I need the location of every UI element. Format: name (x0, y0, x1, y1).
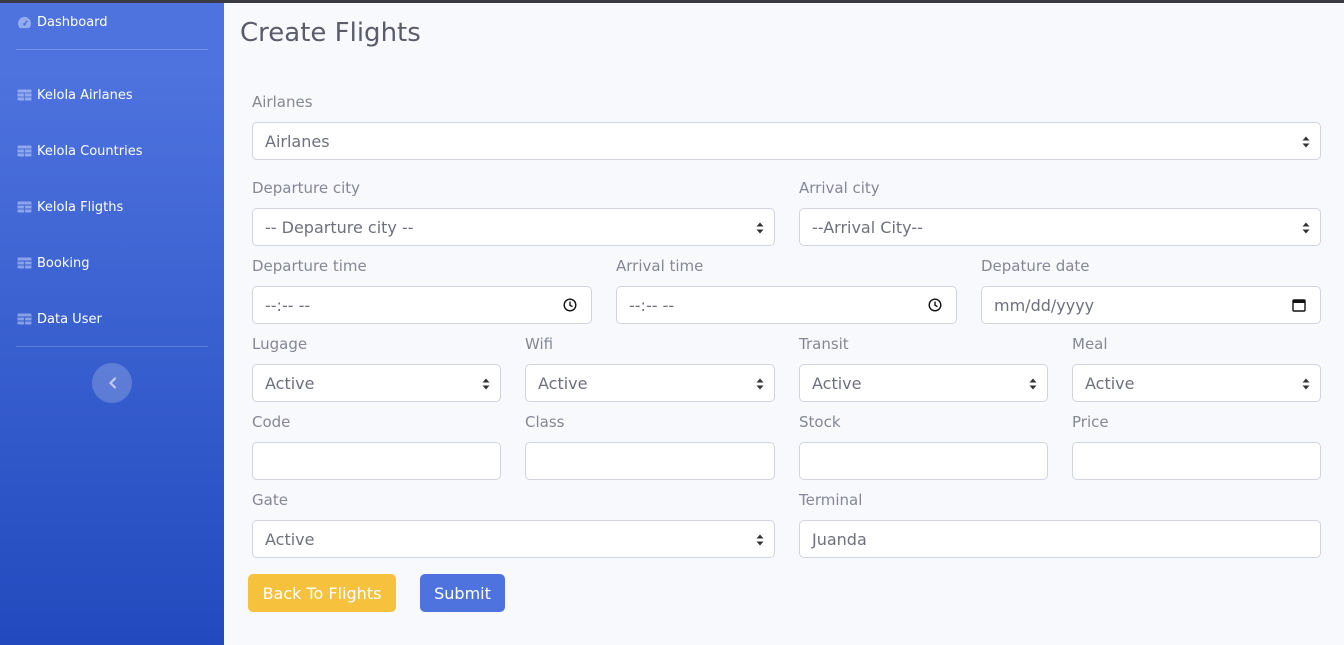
select-arrows-icon (1302, 222, 1310, 234)
wifi-select[interactable]: Active (525, 364, 775, 402)
airlanes-select[interactable]: Airlanes (252, 122, 1321, 160)
terminal-label: Terminal (799, 491, 863, 509)
wifi-value: Active (538, 373, 588, 393)
class-label: Class (525, 413, 565, 431)
meal-value: Active (1085, 373, 1135, 393)
gate-label: Gate (252, 491, 288, 509)
sidebar-item-label: Booking (37, 255, 90, 271)
departure-date-value: mm/dd/yyyy (994, 295, 1095, 315)
sidebar-item-kelola-countries[interactable]: Kelola Countries (17, 141, 143, 161)
stock-input[interactable] (799, 442, 1048, 480)
select-arrows-icon (1029, 378, 1037, 390)
sidebar-divider (16, 49, 208, 50)
submit-button[interactable]: Submit (420, 574, 505, 612)
sidebar-toggle-button[interactable] (92, 363, 132, 403)
clock-icon (928, 298, 942, 312)
stock-label: Stock (799, 413, 841, 431)
transit-label: Transit (799, 335, 849, 353)
sidebar: Dashboard Kelola Airlanes Kelola Countri… (0, 3, 224, 645)
clock-icon (563, 298, 577, 312)
gate-value: Active (265, 529, 315, 549)
gate-select[interactable]: Active (252, 520, 775, 558)
arrival-time-input[interactable]: --:-- -- (616, 286, 957, 324)
sidebar-item-data-user[interactable]: Data User (17, 309, 102, 329)
transit-value: Active (812, 373, 862, 393)
airlanes-value: Airlanes (265, 131, 330, 151)
code-label: Code (252, 413, 291, 431)
departure-city-select[interactable]: -- Departure city -- (252, 208, 775, 246)
terminal-input[interactable]: Juanda (799, 520, 1321, 558)
sidebar-item-label: Kelola Fligths (37, 199, 124, 215)
table-icon (17, 201, 32, 213)
select-arrows-icon (482, 378, 490, 390)
sidebar-item-dashboard[interactable]: Dashboard (17, 12, 108, 32)
lugage-label: Lugage (252, 335, 308, 353)
sidebar-item-kelola-fligths[interactable]: Kelola Fligths (17, 197, 123, 217)
select-arrows-icon (756, 378, 764, 390)
transit-select[interactable]: Active (799, 364, 1048, 402)
sidebar-item-label: Data User (37, 311, 102, 327)
table-icon (17, 257, 32, 269)
table-icon (17, 145, 32, 157)
back-to-flights-button[interactable]: Back To Flights (248, 574, 396, 612)
sidebar-item-kelola-airlanes[interactable]: Kelola Airlanes (17, 85, 133, 105)
sidebar-item-label: Dashboard (37, 14, 108, 30)
departure-time-input[interactable]: --:-- -- (252, 286, 592, 324)
lugage-value: Active (265, 373, 315, 393)
select-arrows-icon (1302, 136, 1310, 148)
departure-city-value: -- Departure city -- (265, 217, 414, 237)
page-title: Create Flights (240, 18, 421, 48)
select-arrows-icon (1302, 378, 1310, 390)
sidebar-item-label: Kelola Airlanes (37, 87, 133, 103)
airlanes-label: Airlanes (252, 93, 313, 111)
meal-label: Meal (1072, 335, 1108, 353)
main-content: Create Flights Airlanes Airlanes Departu… (224, 3, 1344, 645)
sidebar-divider (16, 346, 208, 347)
calendar-icon (1292, 299, 1306, 312)
class-input[interactable] (525, 442, 775, 480)
tachometer-icon (18, 16, 31, 28)
arrival-city-label: Arrival city (799, 179, 880, 197)
chevron-left-icon (108, 377, 116, 389)
table-icon (17, 89, 32, 101)
terminal-placeholder: Juanda (812, 529, 867, 549)
arrival-city-value: --Arrival City-- (812, 217, 923, 237)
arrival-time-label: Arrival time (616, 257, 704, 275)
price-input[interactable] (1072, 442, 1321, 480)
select-arrows-icon (756, 222, 764, 234)
lugage-select[interactable]: Active (252, 364, 501, 402)
departure-date-label: Depature date (981, 257, 1090, 275)
departure-date-input[interactable]: mm/dd/yyyy (981, 286, 1321, 324)
arrival-time-value: --:-- -- (629, 295, 675, 315)
departure-city-label: Departure city (252, 179, 361, 197)
select-arrows-icon (756, 534, 764, 546)
sidebar-item-label: Kelola Countries (37, 143, 143, 159)
price-label: Price (1072, 413, 1109, 431)
code-input[interactable] (252, 442, 501, 480)
meal-select[interactable]: Active (1072, 364, 1321, 402)
departure-time-label: Departure time (252, 257, 367, 275)
sidebar-item-booking[interactable]: Booking (17, 253, 89, 273)
arrival-city-select[interactable]: --Arrival City-- (799, 208, 1321, 246)
wifi-label: Wifi (525, 335, 554, 353)
table-icon (17, 313, 32, 325)
departure-time-value: --:-- -- (265, 295, 311, 315)
